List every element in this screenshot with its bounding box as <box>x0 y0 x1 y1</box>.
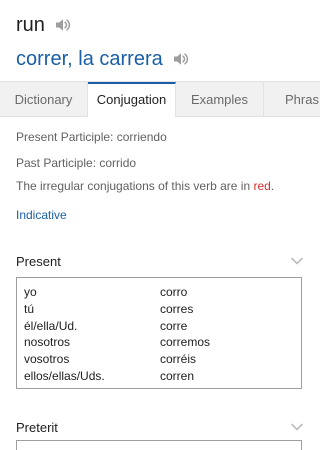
irregular-note-red: red <box>253 179 271 193</box>
pronoun: vosotros <box>24 352 70 367</box>
tab-phrases[interactable]: Phras <box>264 82 320 117</box>
tab-bar: Dictionary Conjugation Examples Phras <box>0 81 320 117</box>
irregular-note-text: The irregular conjugations of this verb … <box>16 179 254 193</box>
section-title: Present <box>16 253 61 269</box>
section-title: Preterit <box>16 419 58 435</box>
tab-conjugation[interactable]: Conjugation <box>88 82 176 117</box>
translation-noun[interactable]: la carrera <box>78 48 162 70</box>
verb-form: corren <box>160 368 195 383</box>
verb-form: corremos <box>160 335 211 350</box>
headword: run <box>16 14 45 36</box>
pronoun: tú <box>24 301 35 316</box>
pronoun: yo <box>24 285 37 299</box>
chevron-down-icon[interactable] <box>290 254 304 268</box>
pronoun: él/ella/Ud. <box>24 318 78 333</box>
conjugation-table-present: yo corro tú corres él/ella/Ud. corre nos… <box>16 277 302 389</box>
verb-form: corro <box>160 285 188 299</box>
mood-link-indicative[interactable]: Indicative <box>16 208 67 222</box>
irregular-note-period: . <box>270 179 275 193</box>
section-header-present[interactable]: Present <box>16 251 304 271</box>
present-participle: Present Participle: corriendo <box>16 130 167 144</box>
tab-dictionary[interactable]: Dictionary <box>0 82 88 117</box>
table-row: yo corro <box>24 284 301 301</box>
verb-form: corréis <box>160 352 197 367</box>
section-header-preterit[interactable]: Preterit <box>16 417 304 437</box>
pronoun: ellos/ellas/Uds. <box>24 368 105 383</box>
conjugation-table-preterit <box>16 440 302 450</box>
table-row: nosotros corremos <box>24 334 301 351</box>
translation-row: correr, la carrera <box>16 46 190 72</box>
table-row: ellos/ellas/Uds. corren <box>24 368 301 385</box>
pronoun: nosotros <box>24 335 71 350</box>
headword-row: run <box>16 12 72 38</box>
table-row: él/ella/Ud. corre <box>24 318 301 335</box>
past-participle: Past Participle: corrido <box>16 156 137 170</box>
verb-form: corres <box>160 301 194 316</box>
verb-form: corre <box>160 318 188 333</box>
translation-verb[interactable]: correr, <box>16 48 73 70</box>
translation: correr, la carrera <box>16 46 163 72</box>
speaker-icon[interactable] <box>54 16 72 34</box>
irregular-note: The irregular conjugations of this verb … <box>16 178 274 194</box>
conjugation-screen: run correr, la carrera Dictionary Conjug… <box>0 0 320 450</box>
tab-examples[interactable]: Examples <box>176 82 264 117</box>
speaker-icon[interactable] <box>172 50 190 68</box>
table-row: tú corres <box>24 301 301 318</box>
chevron-down-icon[interactable] <box>290 420 304 434</box>
table-row: vosotros corréis <box>24 351 301 368</box>
